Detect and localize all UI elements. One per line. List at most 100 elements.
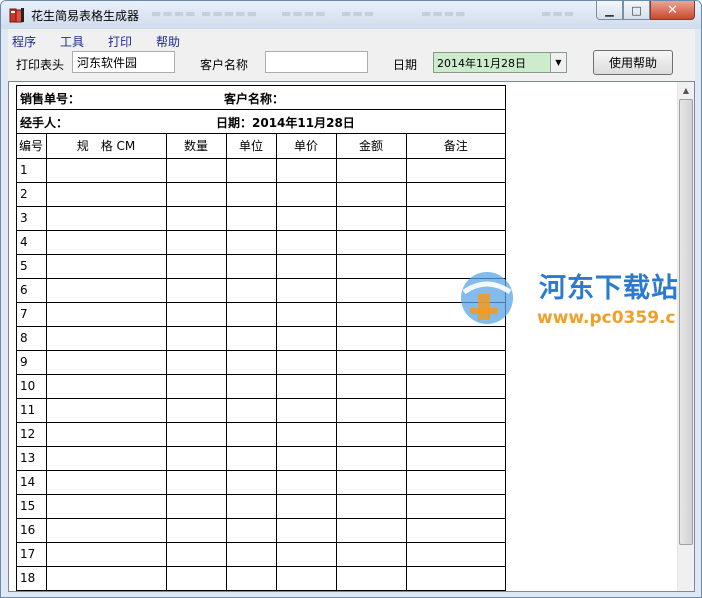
vertical-scrollbar[interactable]: ▲ (677, 82, 694, 591)
table-cell[interactable] (225, 253, 277, 279)
table-cell[interactable] (225, 181, 277, 207)
table-cell[interactable] (225, 325, 277, 351)
table-cell[interactable] (165, 541, 227, 567)
table-cell[interactable] (45, 541, 167, 567)
table-cell[interactable] (225, 205, 277, 231)
table-cell[interactable] (165, 565, 227, 591)
row-number-cell[interactable]: 8 (17, 325, 47, 351)
date-picker[interactable]: 2014年11月28日 ▼ (433, 52, 567, 73)
table-cell[interactable] (45, 277, 167, 303)
chevron-down-icon[interactable]: ▼ (550, 53, 566, 72)
table-cell[interactable] (225, 565, 277, 591)
row-number-cell[interactable]: 16 (17, 517, 47, 543)
row-number-cell[interactable]: 5 (17, 253, 47, 279)
row-number-cell[interactable]: 1 (17, 157, 47, 183)
table-cell[interactable] (165, 325, 227, 351)
table-cell[interactable] (275, 421, 337, 447)
table-cell[interactable] (335, 373, 407, 399)
menu-program[interactable]: 程序 (12, 31, 36, 51)
table-cell[interactable] (45, 253, 167, 279)
table-cell[interactable] (275, 373, 337, 399)
table-cell[interactable] (335, 349, 407, 375)
table-cell[interactable] (45, 421, 167, 447)
table-cell[interactable] (45, 229, 167, 255)
document-view[interactable]: 销售单号： 客户名称： 经手人： 日期：2014年11月28日 编号 规 格 C… (8, 81, 695, 592)
table-cell[interactable] (165, 157, 227, 183)
table-cell[interactable] (165, 421, 227, 447)
table-cell[interactable] (225, 157, 277, 183)
table-cell[interactable] (405, 325, 505, 351)
minimize-button[interactable]: ▁ (596, 1, 623, 20)
table-cell[interactable] (45, 181, 167, 207)
table-cell[interactable] (275, 205, 337, 231)
table-cell[interactable] (405, 349, 505, 375)
table-cell[interactable] (45, 373, 167, 399)
table-cell[interactable] (275, 229, 337, 255)
table-cell[interactable] (335, 157, 407, 183)
table-cell[interactable] (335, 565, 407, 591)
table-cell[interactable] (225, 229, 277, 255)
table-cell[interactable] (275, 181, 337, 207)
row-number-cell[interactable]: 14 (17, 469, 47, 495)
table-cell[interactable] (275, 277, 337, 303)
table-cell[interactable] (225, 373, 277, 399)
table-cell[interactable] (225, 541, 277, 567)
table-cell[interactable] (335, 301, 407, 327)
table-cell[interactable] (405, 157, 505, 183)
table-cell[interactable] (165, 469, 227, 495)
table-cell[interactable] (275, 325, 337, 351)
table-cell[interactable] (165, 229, 227, 255)
row-number-cell[interactable]: 10 (17, 373, 47, 399)
scroll-up-arrow-icon[interactable]: ▲ (678, 82, 694, 99)
table-cell[interactable] (405, 373, 505, 399)
table-cell[interactable] (165, 301, 227, 327)
table-cell[interactable] (335, 445, 407, 471)
table-cell[interactable] (335, 421, 407, 447)
table-cell[interactable] (405, 445, 505, 471)
scrollbar-thumb[interactable] (679, 99, 693, 545)
table-cell[interactable] (405, 421, 505, 447)
table-cell[interactable] (275, 301, 337, 327)
table-cell[interactable] (45, 469, 167, 495)
row-number-cell[interactable]: 11 (17, 397, 47, 423)
table-cell[interactable] (405, 565, 505, 591)
table-cell[interactable] (335, 253, 407, 279)
row-number-cell[interactable]: 15 (17, 493, 47, 519)
table-cell[interactable] (165, 253, 227, 279)
table-cell[interactable] (165, 277, 227, 303)
table-cell[interactable] (335, 229, 407, 255)
table-cell[interactable] (275, 469, 337, 495)
table-cell[interactable] (275, 565, 337, 591)
row-number-cell[interactable]: 12 (17, 421, 47, 447)
table-cell[interactable] (275, 157, 337, 183)
table-cell[interactable] (225, 445, 277, 471)
table-cell[interactable] (165, 205, 227, 231)
table-cell[interactable] (165, 493, 227, 519)
table-cell[interactable] (225, 469, 277, 495)
table-cell[interactable] (225, 277, 277, 303)
table-cell[interactable] (45, 565, 167, 591)
table-cell[interactable] (165, 373, 227, 399)
table-cell[interactable] (275, 541, 337, 567)
table-cell[interactable] (225, 349, 277, 375)
row-number-cell[interactable]: 6 (17, 277, 47, 303)
table-cell[interactable] (225, 517, 277, 543)
row-number-cell[interactable]: 17 (17, 541, 47, 567)
table-cell[interactable] (225, 493, 277, 519)
table-cell[interactable] (335, 205, 407, 231)
row-number-cell[interactable]: 2 (17, 181, 47, 207)
table-cell[interactable] (405, 541, 505, 567)
close-button[interactable]: ✕ (650, 1, 695, 20)
table-cell[interactable] (165, 349, 227, 375)
print-header-input[interactable] (72, 51, 175, 73)
table-cell[interactable] (405, 493, 505, 519)
row-number-cell[interactable]: 18 (17, 565, 47, 591)
table-cell[interactable] (45, 493, 167, 519)
menu-tools[interactable]: 工具 (60, 31, 84, 51)
table-cell[interactable] (45, 205, 167, 231)
table-cell[interactable] (45, 349, 167, 375)
row-number-cell[interactable]: 4 (17, 229, 47, 255)
table-cell[interactable] (275, 445, 337, 471)
table-cell[interactable] (405, 469, 505, 495)
table-cell[interactable] (335, 517, 407, 543)
